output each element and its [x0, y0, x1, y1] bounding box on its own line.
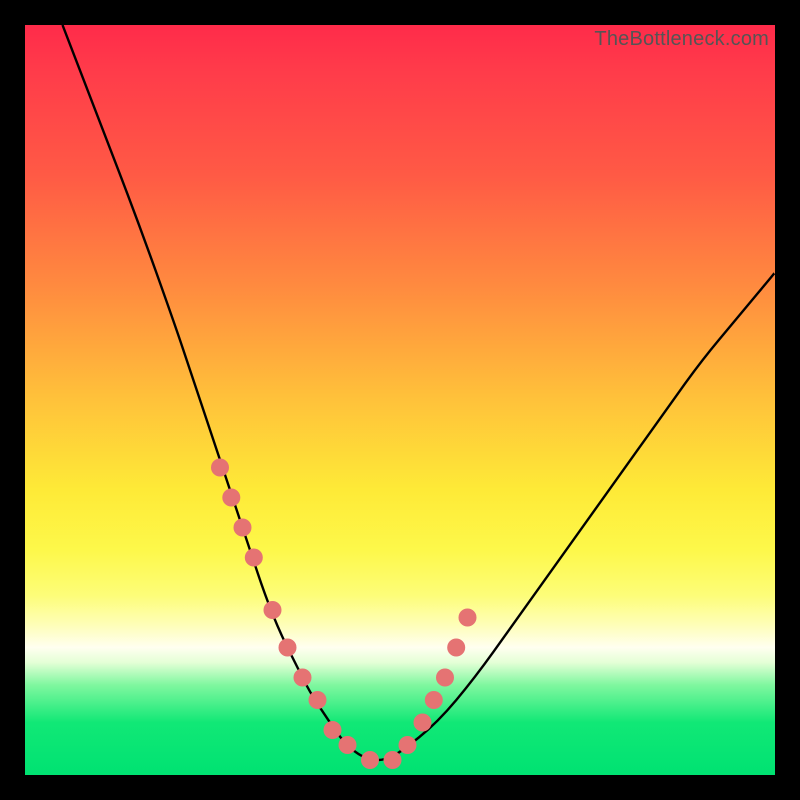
- bottleneck-curve-svg: [25, 25, 775, 775]
- marker-dot: [339, 736, 357, 754]
- marker-dot: [264, 601, 282, 619]
- marker-dot: [222, 489, 240, 507]
- marker-dot: [459, 609, 477, 627]
- watermark-text: TheBottleneck.com: [594, 28, 769, 51]
- marker-dot: [324, 721, 342, 739]
- marker-dot: [399, 736, 417, 754]
- marker-dot: [234, 519, 252, 537]
- marker-dot: [245, 549, 263, 567]
- marker-dot: [279, 639, 297, 657]
- marker-dot: [361, 751, 379, 769]
- marker-dot: [294, 669, 312, 687]
- marker-dot: [436, 669, 454, 687]
- curve-path: [63, 25, 776, 760]
- marker-dot: [447, 639, 465, 657]
- marker-dot: [309, 691, 327, 709]
- marker-dot: [211, 459, 229, 477]
- marker-dot: [384, 751, 402, 769]
- chart-area: TheBottleneck.com: [25, 25, 775, 775]
- marker-dot: [425, 691, 443, 709]
- marker-dot: [414, 714, 432, 732]
